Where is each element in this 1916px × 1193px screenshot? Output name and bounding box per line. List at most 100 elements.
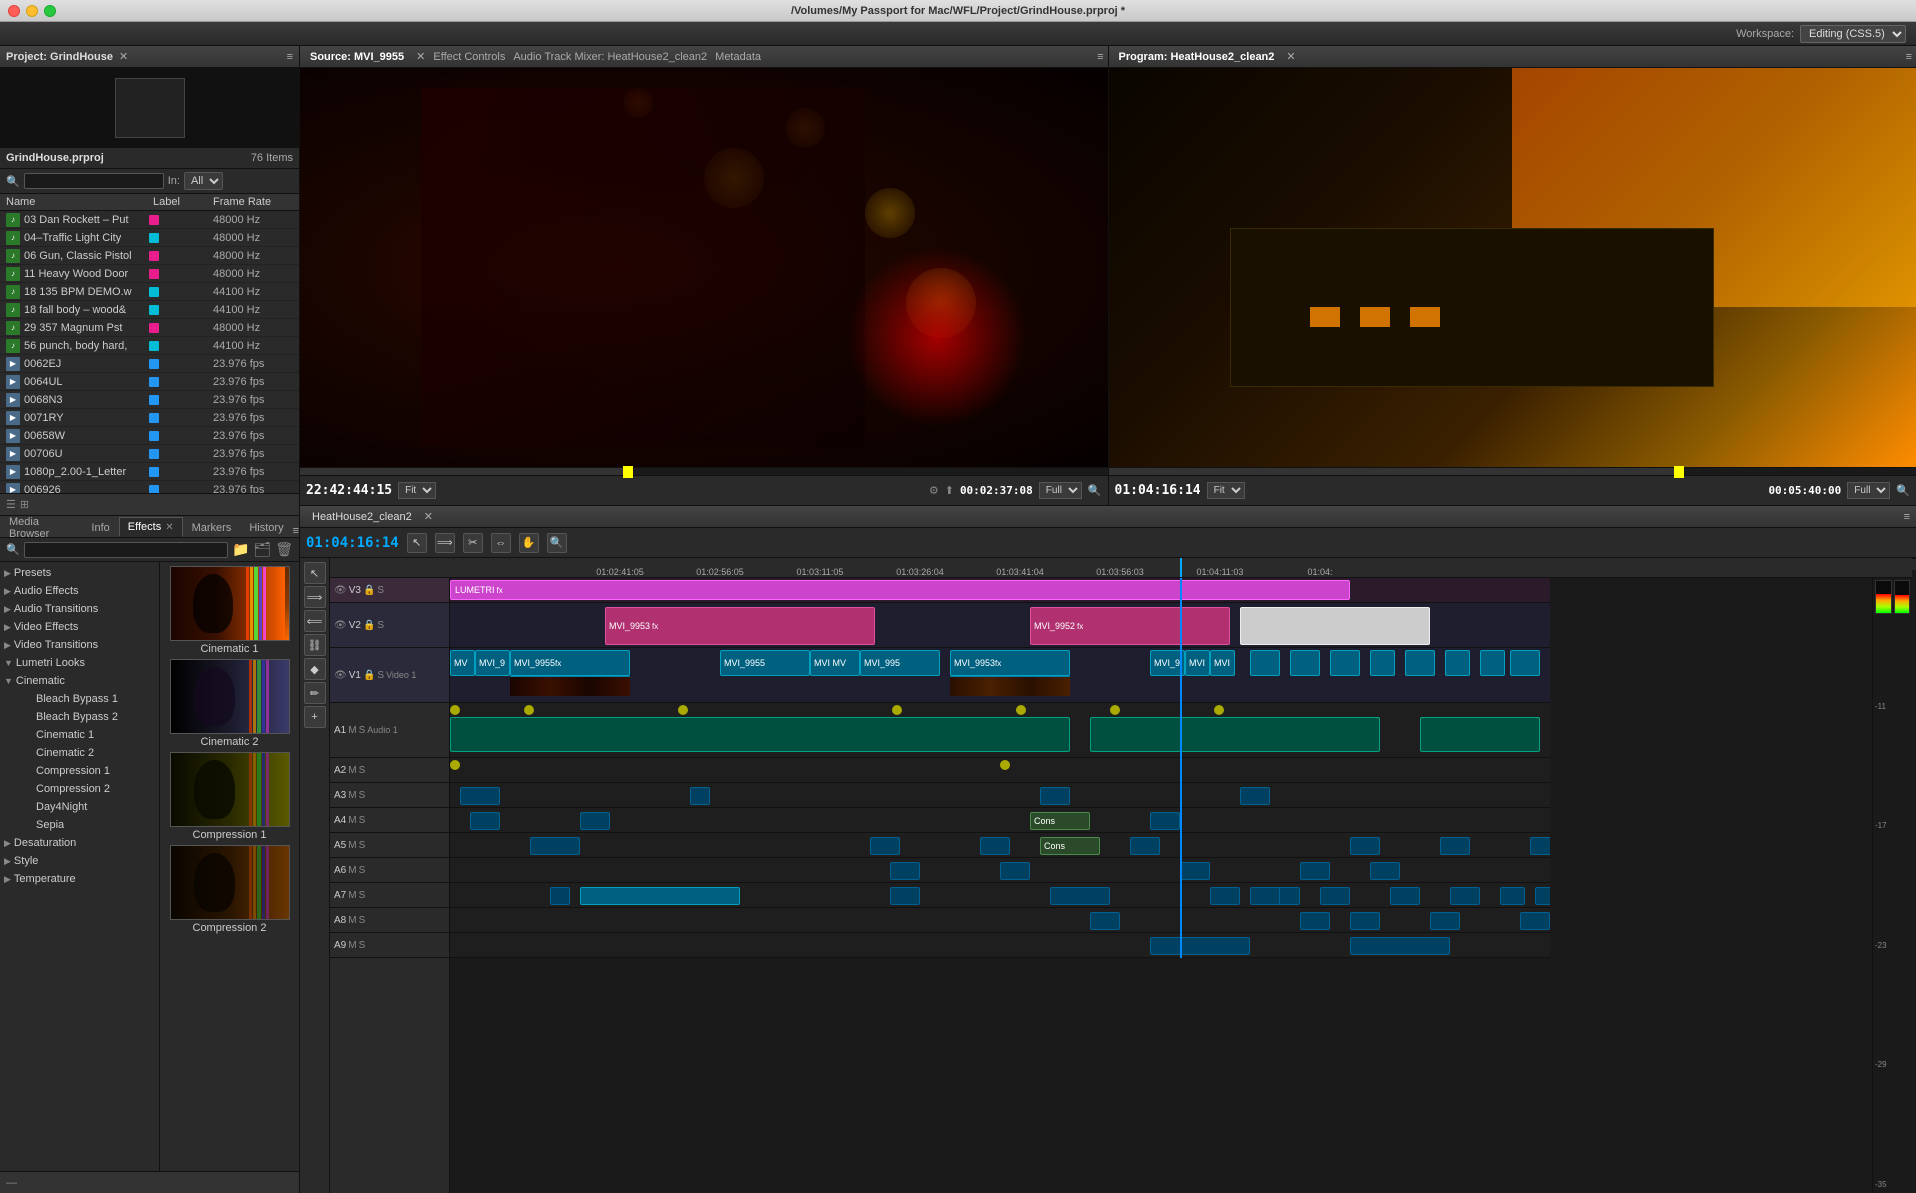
a5-clip-3[interactable] <box>980 837 1010 855</box>
a7-clip-8[interactable] <box>1390 887 1420 905</box>
list-item[interactable]: ♪ 29 357 Magnum Pst 48000 Hz <box>0 319 299 337</box>
preview-cinematic2[interactable]: Cinematic 2 <box>164 659 295 748</box>
tree-item-cinematic-2[interactable]: Cinematic 2 <box>0 744 159 762</box>
clip-mvi-2-v1[interactable]: MVI <box>1210 650 1235 676</box>
list-item[interactable]: ♪ 06 Gun, Classic Pistol 48000 Hz <box>0 247 299 265</box>
a5-cons-clip[interactable]: Cons <box>1040 837 1100 855</box>
tool-mark[interactable]: ◆ <box>304 658 326 680</box>
tab-effects[interactable]: Effects ✕ <box>119 517 183 537</box>
clip-mvi9-v1[interactable]: MVI_9 <box>475 650 510 676</box>
a6-clip-2[interactable] <box>1000 862 1030 880</box>
clip-mvi9955-2-v1[interactable]: MVI_9955 <box>720 650 810 676</box>
tree-item-temperature[interactable]: ▶ Temperature <box>0 870 159 888</box>
program-zoom-icon[interactable]: 🔍 <box>1896 484 1910 497</box>
track-v3-lock[interactable]: 🔒 <box>363 585 375 596</box>
source-timecode[interactable]: 22:42:44:15 <box>306 483 392 498</box>
list-item[interactable]: ▶ 00706U 23.976 fps <box>0 445 299 463</box>
a7-clip-6[interactable] <box>1250 887 1280 905</box>
tree-item-presets[interactable]: ▶ Presets <box>0 564 159 582</box>
track-a1-mute[interactable]: M <box>348 725 356 736</box>
a9-clip-1[interactable] <box>1150 937 1250 955</box>
track-a4-solo[interactable]: S <box>359 815 366 826</box>
list-item[interactable]: ♪ 04–Traffic Light City 48000 Hz <box>0 229 299 247</box>
list-item[interactable]: ▶ 0071RY 23.976 fps <box>0 409 299 427</box>
workspace-select[interactable]: Editing (CSS.5) <box>1800 25 1906 43</box>
tool-pen[interactable]: ✏ <box>304 682 326 704</box>
clip-mvi9955-1-v1[interactable]: MVI_9955fx <box>510 650 630 676</box>
tree-item-audio-effects[interactable]: ▶ Audio Effects <box>0 582 159 600</box>
effects-delete-icon[interactable]: 🗑 <box>275 541 293 558</box>
track-a3-solo[interactable]: S <box>359 790 366 801</box>
timeline-menu-btn[interactable]: ≡ <box>1904 511 1910 523</box>
track-v3-sync[interactable]: S <box>377 585 384 596</box>
list-item[interactable]: ▶ 0068N3 23.976 fps <box>0 391 299 409</box>
tab-media-browser[interactable]: Media Browser <box>0 517 82 537</box>
timeline-scrollbar[interactable] <box>1912 558 1916 570</box>
source-playhead[interactable] <box>623 466 633 478</box>
clip-mvi995-v1[interactable]: MVI_995 <box>860 650 940 676</box>
a5-clip-6[interactable] <box>1440 837 1470 855</box>
track-a6-mute[interactable]: M <box>348 865 356 876</box>
track-v2-sync[interactable]: S <box>377 620 384 631</box>
effects-menu-btn[interactable]: ≡ <box>293 525 299 537</box>
maximize-button[interactable] <box>44 5 56 17</box>
a7-clip-3[interactable] <box>1050 887 1110 905</box>
track-v1-sync[interactable]: S <box>377 670 384 681</box>
close-button[interactable] <box>8 5 20 17</box>
tree-item-compression-2[interactable]: Compression 2 <box>0 780 159 798</box>
clip-mv-2-v1[interactable] <box>1250 650 1280 676</box>
tree-item-day4night[interactable]: Day4Night <box>0 798 159 816</box>
minimize-button[interactable] <box>26 5 38 17</box>
source-progress-bar[interactable] <box>300 467 1108 475</box>
a8-clip-1[interactable] <box>1090 912 1120 930</box>
a8-clip-3[interactable] <box>1350 912 1380 930</box>
clip-mvi-3-v1[interactable] <box>1290 650 1320 676</box>
program-tab-close[interactable]: ✕ <box>1286 50 1295 63</box>
a6-clip-4[interactable] <box>1300 862 1330 880</box>
a9-clip-2[interactable] <box>1350 937 1450 955</box>
a4-clip-3[interactable] <box>1150 812 1180 830</box>
program-fit-select[interactable]: Fit <box>1207 482 1245 499</box>
clip-mv-6-v1[interactable] <box>1480 650 1505 676</box>
a7-clip-11[interactable] <box>1535 887 1550 905</box>
preview-compression1[interactable]: Compression 1 <box>164 752 295 841</box>
a3-clip-4[interactable] <box>1240 787 1270 805</box>
project-menu-btn[interactable]: ≡ <box>287 51 293 63</box>
slip-tool-btn[interactable]: ⇔ <box>491 533 511 553</box>
clip-mv-4-v1[interactable] <box>1405 650 1435 676</box>
hand-tool-btn[interactable]: ✋ <box>519 533 539 553</box>
source-zoom-icon[interactable]: 🔍 <box>1088 484 1102 497</box>
track-a1-solo[interactable]: S <box>359 725 366 736</box>
tree-item-audio-transitions[interactable]: ▶ Audio Transitions <box>0 600 159 618</box>
track-a8-mute[interactable]: M <box>348 915 356 926</box>
tab-effects-close[interactable]: ✕ <box>165 522 173 533</box>
a3-clip-1[interactable] <box>460 787 500 805</box>
a5-clip-5[interactable] <box>1350 837 1380 855</box>
tree-item-style[interactable]: ▶ Style <box>0 852 159 870</box>
source-menu-btn[interactable]: ≡ <box>1097 51 1103 63</box>
clip-mvi-1-v1[interactable]: MVI <box>1185 650 1210 676</box>
source-tab-effect-controls[interactable]: Effect Controls <box>433 51 505 63</box>
list-item[interactable]: ▶ 00658W 23.976 fps <box>0 427 299 445</box>
list-item[interactable]: ▶ 0062EJ 23.976 fps <box>0 355 299 373</box>
track-a2-mute[interactable]: M <box>348 765 356 776</box>
track-a5-solo[interactable]: S <box>359 840 366 851</box>
track-v3-toggle[interactable]: 👁 <box>334 585 347 596</box>
a3-clip-3[interactable] <box>1040 787 1070 805</box>
tree-item-cinematic[interactable]: ▼ Cinematic <box>0 672 159 690</box>
a7-clip-9[interactable] <box>1450 887 1480 905</box>
a8-clip-4[interactable] <box>1430 912 1460 930</box>
list-item[interactable]: ♪ 18 135 BPM DEMO.w 44100 Hz <box>0 283 299 301</box>
track-a8-solo[interactable]: S <box>359 915 366 926</box>
track-a4-mute[interactable]: M <box>348 815 356 826</box>
track-content-scroll[interactable]: LUMETRI fx MVI_9953 fx <box>450 578 1872 1193</box>
tree-item-bleach-bypass-1[interactable]: Bleach Bypass 1 <box>0 690 159 708</box>
clip-mvi9-2-v1[interactable]: MVI_9 <box>1150 650 1185 676</box>
effects-custom-bin-icon[interactable]: 🗂 <box>253 541 271 558</box>
list-item[interactable]: ▶ 006926 23.976 fps <box>0 481 299 493</box>
tree-item-sepia[interactable]: Sepia <box>0 816 159 834</box>
program-progress-bar[interactable] <box>1109 467 1916 475</box>
track-v1-lock[interactable]: 🔒 <box>363 670 375 681</box>
effects-new-bin-icon[interactable]: 📁 <box>232 541 249 558</box>
a8-clip-5[interactable] <box>1520 912 1550 930</box>
